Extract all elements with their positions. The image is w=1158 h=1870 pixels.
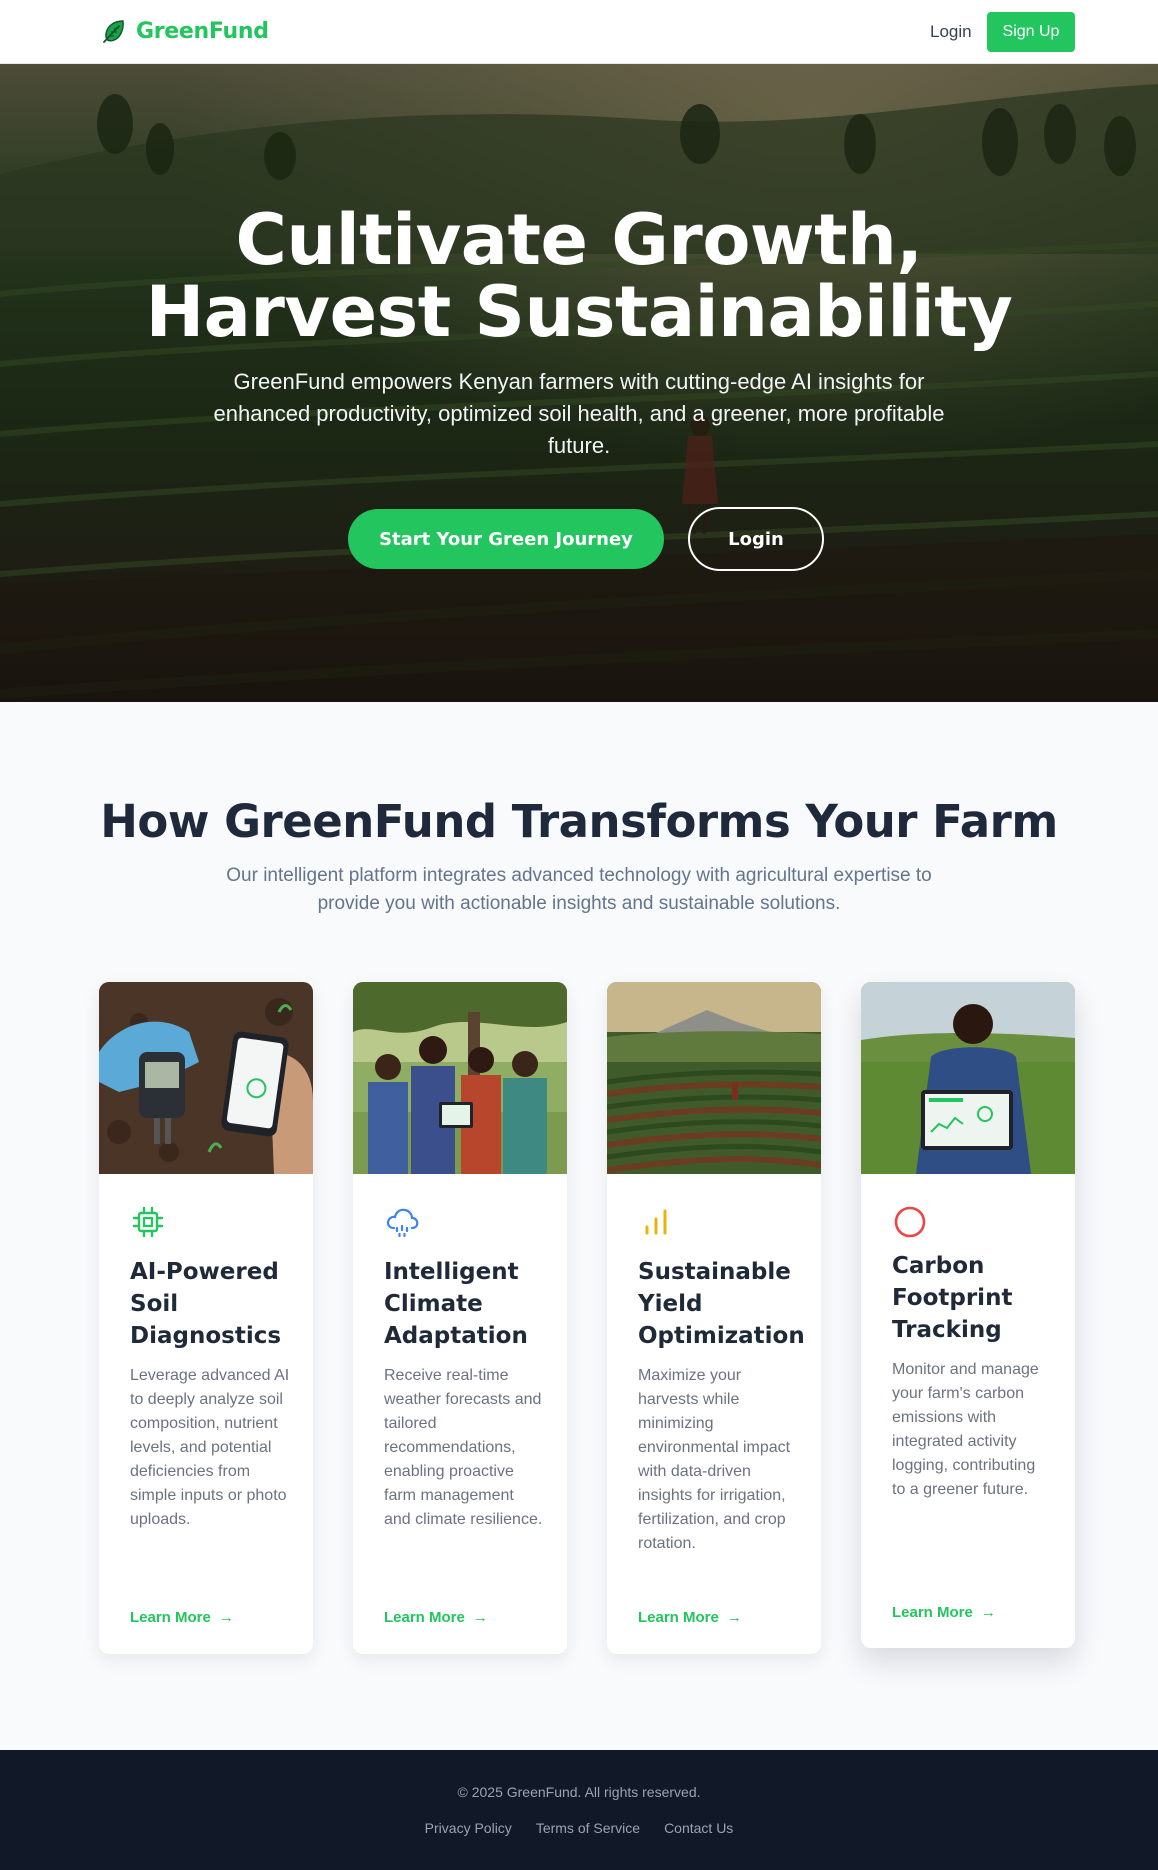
brand-name: GreenFund	[136, 18, 269, 44]
card-description: Monitor and manage your farm's carbon em…	[892, 1361, 1039, 1498]
learn-more-label: Learn More	[130, 1609, 211, 1626]
feature-card-carbon: Carbon Footprint Tracking Monitor and ma…	[861, 982, 1075, 1648]
card-title: Intelligent Climate Adaptation	[384, 1259, 528, 1349]
hero-title: Cultivate Growth, Harvest Sustainability	[0, 204, 1158, 348]
arrow-right-icon: →	[472, 1609, 488, 1626]
nav-signup-button[interactable]: Sign Up	[987, 12, 1075, 52]
hero-section: Cultivate Growth, Harvest Sustainability…	[0, 64, 1158, 702]
card-description: Leverage advanced AI to deeply analyze s…	[130, 1367, 290, 1528]
start-journey-button[interactable]: Start Your Green Journey	[348, 509, 664, 569]
card-description: Maximize your harvests while minimizing …	[638, 1367, 791, 1552]
learn-more-link[interactable]: Learn More →	[638, 1609, 742, 1626]
learn-more-label: Learn More	[892, 1604, 973, 1621]
chip-icon	[132, 1206, 164, 1238]
arrow-right-icon: →	[980, 1604, 996, 1621]
leaf-icon	[103, 20, 124, 43]
soil-sensor-image	[99, 982, 313, 1174]
farmer-tablet-image	[861, 982, 1075, 1174]
cloud-rain-icon	[386, 1208, 419, 1238]
circle-icon	[894, 1206, 926, 1238]
card-title: AI-Powered Soil Diagnostics	[130, 1259, 282, 1349]
features-subtitle: Our intelligent platform integrates adva…	[226, 865, 932, 914]
learn-more-label: Learn More	[384, 1609, 465, 1626]
feature-card-yield: Sustainable Yield Optimization Maximize …	[607, 982, 821, 1654]
learn-more-link[interactable]: Learn More →	[892, 1604, 996, 1621]
arrow-right-icon: →	[726, 1609, 742, 1626]
features-title: How GreenFund Transforms Your Farm	[100, 795, 1058, 848]
footer-links: Privacy Policy Terms of Service Contact …	[0, 1820, 1158, 1836]
learn-more-label: Learn More	[638, 1609, 719, 1626]
copyright-text: © 2025 GreenFund. All rights reserved.	[457, 1784, 701, 1800]
hero-login-button[interactable]: Login	[688, 507, 824, 571]
top-navbar: GreenFund Login Sign Up	[0, 0, 1158, 64]
arrow-right-icon: →	[218, 1609, 234, 1626]
brand-logo[interactable]: GreenFund	[100, 17, 269, 45]
footer: © 2025 GreenFund. All rights reserved. P…	[0, 1750, 1158, 1870]
privacy-policy-link[interactable]: Privacy Policy	[425, 1820, 512, 1836]
hero-title-line-2: Harvest Sustainability	[145, 271, 1013, 353]
learn-more-link[interactable]: Learn More →	[130, 1609, 234, 1626]
bar-chart-icon	[645, 1209, 667, 1235]
learn-more-link[interactable]: Learn More →	[384, 1609, 488, 1626]
terms-of-service-link[interactable]: Terms of Service	[536, 1820, 640, 1836]
feature-card-soil: AI-Powered Soil Diagnostics Leverage adv…	[99, 982, 313, 1654]
hero-subtitle: GreenFund empowers Kenyan farmers with c…	[213, 369, 945, 458]
feature-card-climate: Intelligent Climate Adaptation Receive r…	[353, 982, 567, 1654]
crop-field-image	[607, 982, 821, 1174]
card-title: Carbon Footprint Tracking	[892, 1253, 1013, 1343]
hero-title-line-1: Cultivate Growth,	[235, 199, 923, 281]
card-title: Sustainable Yield Optimization	[638, 1259, 805, 1349]
contact-us-link[interactable]: Contact Us	[664, 1820, 733, 1836]
card-description: Receive real-time weather forecasts and …	[384, 1367, 543, 1528]
nav-login-link[interactable]: Login	[930, 22, 972, 42]
farmers-group-image	[353, 982, 567, 1174]
